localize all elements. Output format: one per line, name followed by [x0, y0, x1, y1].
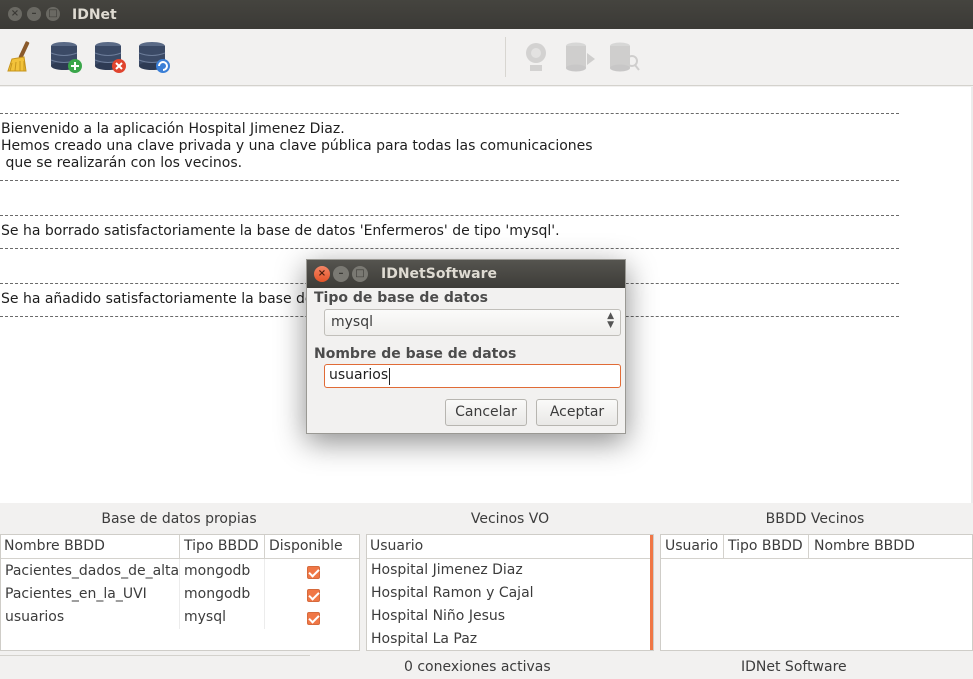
log-line: Se ha añadido satisfactoriamente la base…	[1, 291, 327, 307]
log-separator	[0, 248, 899, 249]
neighbors-title: Vecinos VO	[470, 511, 550, 527]
list-item[interactable]: Hospital Niño Jesus	[371, 608, 505, 624]
table-cell[interactable]: Pacientes_dados_de_alta	[5, 563, 179, 579]
dialog-close-button[interactable]: ×	[314, 266, 330, 282]
neighbors-table: Usuario Hospital Jimenez Diaz Hospital R…	[366, 534, 654, 651]
column-header-user[interactable]: Usuario	[370, 538, 423, 554]
minimize-window-button[interactable]: –	[27, 7, 41, 21]
dialog-title: IDNetSoftware	[381, 266, 497, 282]
log-separator	[0, 215, 899, 216]
cancel-button[interactable]: Cancelar	[445, 399, 527, 426]
refresh-database-button[interactable]	[136, 39, 172, 75]
app-status: IDNet Software	[741, 659, 847, 675]
dialog-minimize-button[interactable]: –	[333, 266, 349, 282]
connections-status: 0 conexiones activas	[404, 659, 551, 675]
broom-icon	[7, 41, 30, 72]
available-checkbox[interactable]	[307, 589, 320, 602]
table-cell[interactable]: mongodb	[184, 586, 250, 602]
own-db-table: Nombre BBDD Tipo BBDD Disponible Pacient…	[0, 534, 360, 651]
column-header-type[interactable]: Tipo BBDD	[728, 538, 803, 554]
db-type-value: mysql	[331, 314, 373, 330]
table-cell[interactable]: Pacientes_en_la_UVI	[5, 586, 147, 602]
log-line: Hemos creado una clave privada y una cla…	[1, 138, 593, 154]
accept-button[interactable]: Aceptar	[536, 399, 618, 426]
db-name-label: Nombre de base de datos	[314, 346, 517, 362]
list-item[interactable]: Hospital Ramon y Cajal	[371, 585, 534, 601]
available-checkbox[interactable]	[307, 566, 320, 579]
table-header: Usuario Tipo BBDD Nombre BBDD	[661, 535, 972, 559]
db-name-value: usuarios	[329, 367, 389, 383]
status-divider	[0, 655, 310, 656]
column-header-name[interactable]: Nombre BBDD	[4, 538, 105, 554]
own-db-title: Base de datos propias	[101, 511, 257, 527]
database-search-icon	[610, 42, 640, 72]
network-icon	[526, 43, 546, 71]
list-item[interactable]: Hospital Jimenez Diaz	[371, 562, 523, 578]
close-window-button[interactable]: ×	[8, 7, 22, 21]
log-line: Bienvenido a la aplicación Hospital Jime…	[1, 121, 345, 137]
database-add-icon	[50, 42, 82, 73]
table-cell[interactable]: mysql	[184, 609, 226, 625]
list-item[interactable]: Hospital La Paz	[371, 631, 477, 647]
log-line: que se realizarán con los vecinos.	[1, 155, 243, 171]
database-refresh-icon	[138, 42, 170, 73]
send-database-button[interactable]	[562, 39, 598, 75]
neighbor-db-title: BBDD Vecinos	[765, 511, 865, 527]
database-send-icon	[566, 42, 595, 72]
db-name-field[interactable]: usuarios	[324, 364, 621, 388]
table-header: Usuario	[367, 535, 653, 559]
column-header-type[interactable]: Tipo BBDD	[184, 538, 259, 554]
search-database-button[interactable]	[606, 39, 642, 75]
neighbor-db-table: Usuario Tipo BBDD Nombre BBDD	[660, 534, 973, 651]
window-titlebar: × – □ IDNet	[0, 0, 973, 29]
table-header: Nombre BBDD Tipo BBDD Disponible	[1, 535, 359, 559]
add-database-dialog: × – □ IDNetSoftware Tipo de base de dato…	[306, 259, 626, 434]
delete-database-button[interactable]	[92, 39, 128, 75]
toolbar	[0, 29, 973, 86]
column-header-user[interactable]: Usuario	[665, 538, 718, 554]
column-header-available[interactable]: Disponible	[269, 538, 343, 554]
table-cell[interactable]: mongodb	[184, 563, 250, 579]
text-caret	[389, 368, 390, 385]
db-type-label: Tipo de base de datos	[314, 290, 488, 306]
log-line: Se ha borrado satisfactoriamente la base…	[1, 223, 560, 239]
log-separator	[0, 113, 899, 114]
connect-neighbors-button[interactable]	[518, 39, 554, 75]
maximize-window-button[interactable]: □	[46, 7, 60, 21]
neighbors-scroll-indicator[interactable]	[650, 535, 653, 650]
toolbar-separator	[505, 37, 506, 77]
updown-arrows-icon: ▲ ▼	[607, 311, 614, 330]
db-type-select[interactable]: mysql ▲ ▼	[324, 309, 621, 336]
table-cell[interactable]: usuarios	[5, 609, 64, 625]
add-database-button[interactable]	[48, 39, 84, 75]
column-header-name[interactable]: Nombre BBDD	[814, 538, 915, 554]
log-separator	[0, 180, 899, 181]
clear-button[interactable]	[4, 39, 40, 75]
database-delete-icon	[94, 42, 126, 73]
available-checkbox[interactable]	[307, 612, 320, 625]
dialog-maximize-button[interactable]: □	[352, 266, 368, 282]
window-title: IDNet	[72, 7, 117, 23]
dialog-titlebar: × – □ IDNetSoftware	[307, 260, 625, 288]
